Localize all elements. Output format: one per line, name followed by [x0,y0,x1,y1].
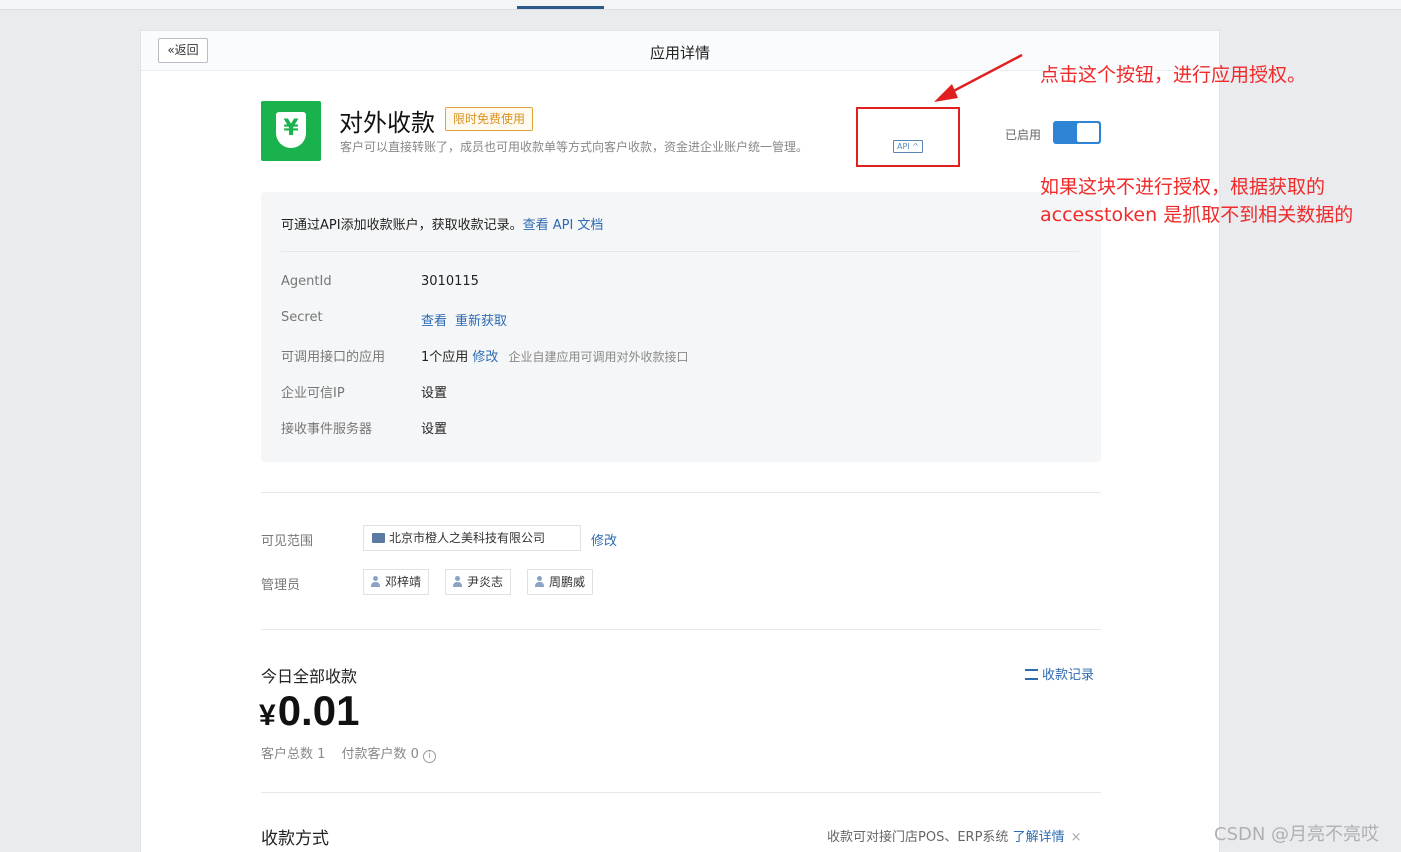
app-description: 客户可以直接转账了，成员也可用收款单等方式向客户收款，资金进企业账户统一管理。 [340,140,809,154]
payment-methods-title: 收款方式 [261,829,329,849]
toggle-knob [1077,123,1099,142]
records-icon [1025,669,1038,680]
annotation-text: 如果这块不进行授权，根据获取的 [1040,176,1326,198]
callable-apps-label: 可调用接口的应用 [281,350,386,365]
app-icon: ¥ [261,101,321,161]
currency-symbol: ¥ [259,699,276,732]
trusted-ip-label: 企业可信IP [281,386,345,401]
status-label: 已启用 [1005,128,1042,142]
user-icon [535,576,544,587]
view-secret-link[interactable]: 查看 [421,314,447,329]
annotation-text: 点击这个按钮，进行应用授权。 [1040,64,1307,86]
enable-toggle[interactable] [1053,121,1101,144]
agentid-value: 3010115 [421,274,479,289]
customers-total: 客户总数 1 [261,747,326,762]
annotation-arrow-icon [934,53,1023,102]
callable-apps-note: 企业自建应用可调用对外收款接口 [508,350,689,364]
divider [281,251,1079,252]
customer-stats: 客户总数 1 付款客户数 0i [261,743,436,763]
collection-records-link[interactable]: 收款记录 [1025,664,1094,683]
payment-note-text: 收款可对接门店POS、ERP系统 [827,830,1009,845]
learn-more-link[interactable]: 了解详情 [1013,830,1065,845]
app-detail-panel: «返回 应用详情 ¥ 对外收款 限时免费使用 客户可以直接转账了，成员也可用收款… [140,30,1220,852]
trusted-ip-settings-link[interactable]: 设置 [421,382,447,401]
api-intro: 可通过API添加收款账户，获取收款记录。查看 API 文档 [281,214,603,233]
divider [261,792,1101,793]
annotation-highlight-box [856,107,960,167]
close-icon[interactable]: × [1071,830,1082,845]
promo-badge: 限时免费使用 [445,107,534,131]
divider [261,629,1101,630]
visibility-label: 可见范围 [261,534,314,549]
admin-chip[interactable]: 周鹏威 [527,569,594,595]
paying-customers: 付款客户数 0 [341,747,419,762]
edit-visibility-link[interactable]: 修改 [591,530,617,549]
admin-chip[interactable]: 邓梓靖 [363,569,430,595]
app-name: 对外收款 [339,109,435,137]
today-amount: ¥0.01 [259,687,359,735]
event-server-label: 接收事件服务器 [281,422,373,437]
org-name: 北京市橙人之美科技有限公司 [389,531,546,545]
watermark: CSDN @月亮不亮哎 [1214,824,1380,845]
admin-chip[interactable]: 尹炎志 [445,569,512,595]
yen-shield-icon: ¥ [276,112,306,148]
edit-callable-apps-link[interactable]: 修改 [472,350,498,365]
api-intro-text: 可通过API添加收款账户，获取收款记录。 [281,218,523,233]
divider [261,492,1101,493]
user-icon [371,576,380,587]
amount-value: 0.01 [277,687,360,734]
payment-note: 收款可对接门店POS、ERP系统 了解详情 × [827,826,1081,845]
api-doc-link[interactable]: 查看 API 文档 [523,218,604,233]
admins-label: 管理员 [261,578,301,593]
user-icon [453,576,462,587]
admin-name: 邓梓靖 [385,575,422,589]
info-icon[interactable]: i [422,750,436,763]
records-link-label: 收款记录 [1042,668,1095,683]
today-collection-title: 今日全部收款 [261,667,358,686]
admin-name: 尹炎志 [467,575,504,589]
top-nav-bar [0,0,1401,10]
org-chip: 北京市橙人之美科技有限公司 [363,525,581,551]
folder-icon [372,533,385,543]
annotation-text: accesstoken 是抓取不到相关数据的 [1040,204,1354,226]
api-section: 可通过API添加收款账户，获取收款记录。查看 API 文档 AgentId 30… [261,192,1101,462]
secret-label: Secret [281,310,323,325]
agentid-label: AgentId [281,274,332,289]
active-tab-indicator [517,6,604,9]
admin-name: 周鹏威 [549,575,586,589]
callable-apps-count: 1个应用 [421,350,469,365]
event-server-settings-link[interactable]: 设置 [421,418,447,437]
regenerate-secret-link[interactable]: 重新获取 [455,314,507,329]
